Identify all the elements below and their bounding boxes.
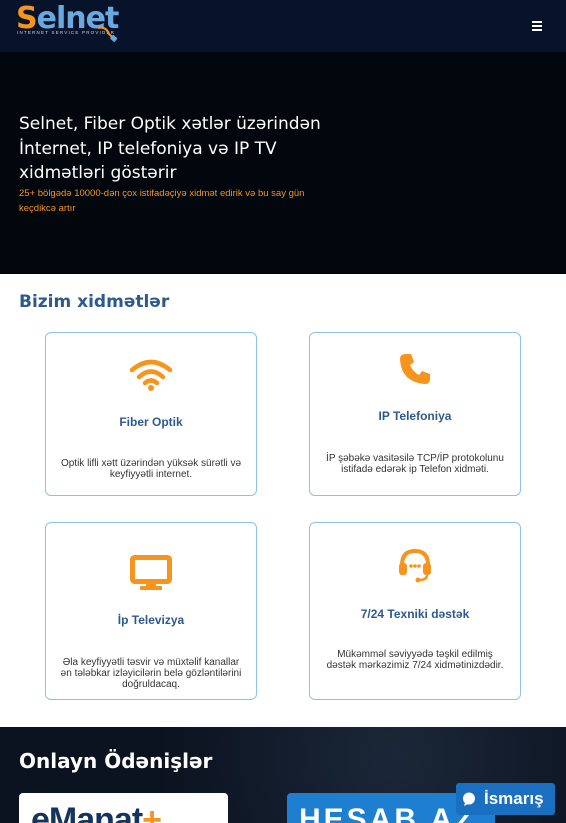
- emanat-logo: eManat+: [31, 801, 162, 823]
- service-title: İp Televizya: [117, 613, 185, 627]
- chat-bubble-icon: [463, 792, 475, 806]
- hero-title: Selnet, Fiber Optik xətlər üzərindən İnt…: [19, 114, 321, 183]
- chat-label: İsmarış: [484, 789, 544, 808]
- chat-button[interactable]: İsmarış: [456, 783, 555, 815]
- service-card-ip-tv[interactable]: İp Televizya Əla keyfiyyətli təsvir və m…: [45, 522, 257, 700]
- tv-icon: [46, 555, 256, 591]
- hero-subtitle: 25+ bölgədə 10000-dən çox istifadəçiyə x…: [19, 188, 305, 214]
- hesabaz-logo: HESAB.AZ: [299, 803, 477, 823]
- payments-title: Onlayn Ödənişlər: [19, 749, 213, 773]
- site-header: Selnet INTERNET SERVICE PROVIDER: [0, 0, 566, 52]
- emanat-payment-link[interactable]: eManat+: [19, 793, 228, 823]
- services-title: Bizim xidmətlər: [19, 292, 170, 312]
- service-title: 7/24 Texniki dəstək: [360, 607, 470, 621]
- wifi-icon: [46, 357, 256, 391]
- service-card-support[interactable]: 7/24 Texniki dəstək Mükəmməl səviyyədə t…: [309, 522, 521, 700]
- service-desc: Mükəmməl səviyyədə təşkil edilmiş dəstək…: [326, 649, 504, 671]
- service-desc: Əla keyfiyyətli təsvir və müxtəlif kanal…: [60, 657, 242, 690]
- service-desc: İP şəbəkə vasitəsilə TCP/İP protokolunu …: [326, 453, 504, 475]
- phone-icon: [310, 351, 520, 387]
- service-title: IP Telefoniya: [378, 409, 452, 423]
- service-card-ip-telephony[interactable]: IP Telefoniya İP şəbəkə vasitəsilə TCP/İ…: [309, 332, 521, 496]
- service-desc: Optik lifli xətt üzərindən yüksək sürətl…: [60, 458, 242, 480]
- selnet-logo[interactable]: Selnet INTERNET SERVICE PROVIDER: [16, 2, 120, 48]
- service-card-fiber[interactable]: Fiber Optik Optik lifli xətt üzərindən y…: [45, 332, 257, 496]
- hamburger-icon[interactable]: [530, 19, 544, 33]
- headset-icon: [310, 547, 520, 583]
- service-title: Fiber Optik: [119, 415, 183, 429]
- plug-icon: [97, 26, 118, 42]
- hero-banner: Selnet, Fiber Optik xətlər üzərindən İnt…: [0, 52, 566, 274]
